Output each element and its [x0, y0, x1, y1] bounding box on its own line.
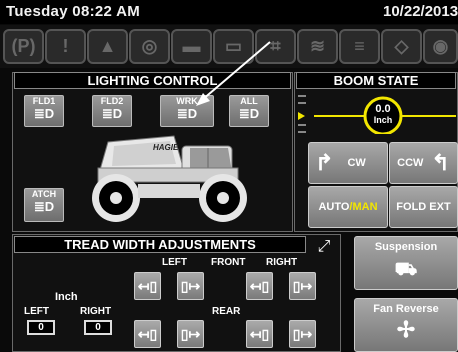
tread-right-value: 0 [84, 320, 112, 335]
boom-value: 0.0 [375, 103, 391, 115]
front-right-extend-button[interactable]: ▯↦ [289, 272, 316, 300]
front-left-label: LEFT [162, 257, 187, 268]
fold-ext-label: FOLD EXT [396, 201, 451, 213]
expand-icon[interactable]: ⤢ [310, 234, 338, 260]
headlight-icon: ≣D [238, 106, 260, 121]
atch-light-button[interactable]: ATCH ≣D [24, 188, 64, 222]
boom-unit: Inch [373, 115, 393, 125]
suspension-label: Suspension [374, 241, 438, 253]
fluid-level-icon: ▲ [87, 29, 128, 64]
front-right-retract-button[interactable]: ↤▯ [246, 272, 273, 300]
tread-width-title: TREAD WIDTH ADJUSTMENTS [14, 236, 306, 253]
brand-logo: HAGIE [153, 143, 179, 152]
front-right-label: RIGHT [266, 257, 298, 268]
spray-icon: ◉ [423, 29, 458, 64]
coolant-icon: ≋ [297, 29, 338, 64]
fld2-label: FLD2 [100, 96, 124, 106]
day-time-display: Tuesday 08:22 AM [6, 3, 141, 20]
rear-right-extend-button[interactable]: ▯↦ [289, 320, 316, 348]
auto-man-toggle[interactable]: AUTO / MAN [308, 186, 388, 228]
front-left-extend-button[interactable]: ▯↦ [177, 272, 204, 300]
suspension-button[interactable]: Suspension ⛟ [354, 236, 458, 290]
fan-reverse-label: Fan Reverse [373, 303, 439, 315]
front-label: FRONT [211, 257, 246, 268]
lighting-control-title: LIGHTING CONTROL [14, 72, 291, 89]
hydraulic-icon: ⌗ [255, 29, 296, 64]
rear-label: REAR [212, 306, 241, 317]
atch-label: ATCH [31, 189, 57, 199]
ccw-label: CCW [397, 157, 424, 169]
front-left-retract-button[interactable]: ↤▯ [134, 272, 161, 300]
filter-icon: ◎ [129, 29, 170, 64]
fold-ext-button[interactable]: FOLD EXT [389, 186, 458, 228]
all-label: ALL [240, 96, 258, 106]
rear-right-retract-button[interactable]: ↤▯ [246, 320, 273, 348]
warning-diamond-icon: ! [45, 29, 86, 64]
fld1-light-button[interactable]: FLD1 ≣D [24, 95, 64, 127]
fan-icon: ✢ [396, 317, 416, 342]
tread-left-label: LEFT [24, 306, 49, 317]
warning-icon-bar: (P) ! ▲ ◎ ▬ ▭ ⌗ ≋ ≡ ◇ ◉ [0, 25, 458, 68]
tread-left-value: 0 [27, 320, 55, 335]
boom-state-title: BOOM STATE [296, 72, 456, 89]
auto-label: AUTO [318, 201, 350, 213]
rotate-cw-button[interactable]: ↱ CW [308, 142, 388, 184]
rotate-ccw-button[interactable]: CCW ↰ [389, 142, 458, 184]
headlight-icon: ≣D [101, 106, 123, 121]
cw-label: CW [347, 157, 366, 169]
curved-arrow-icon: ↱ [315, 150, 334, 175]
all-light-button[interactable]: ALL ≣D [229, 95, 269, 127]
rear-left-retract-button[interactable]: ↤▯ [134, 320, 161, 348]
headlight-icon: ≣D [33, 106, 55, 121]
transmission-icon: ◇ [381, 29, 422, 64]
fld2-light-button[interactable]: FLD2 ≣D [92, 95, 132, 127]
date-display: 10/22/2013 [383, 3, 458, 20]
wrk-label: WRK [176, 96, 198, 106]
fan-reverse-button[interactable]: Fan Reverse ✢ [354, 298, 458, 352]
vehicle-suspension-icon: ⛟ [394, 259, 418, 279]
rear-left-extend-button[interactable]: ▯↦ [177, 320, 204, 348]
headlight-icon: ≣D [176, 106, 198, 121]
parking-brake-icon: (P) [3, 29, 44, 64]
curved-arrow-icon: ↰ [431, 150, 450, 175]
tread-unit-label: Inch [55, 291, 78, 303]
wrk-light-button[interactable]: WRK ≣D [160, 95, 214, 127]
man-label: MAN [352, 201, 378, 213]
headlight-icon: ≣D [33, 199, 55, 214]
tread-right-label: RIGHT [80, 306, 112, 317]
engine-icon: ▬ [171, 29, 212, 64]
fld1-label: FLD1 [32, 96, 56, 106]
battery-icon: ▭ [213, 29, 254, 64]
oil-pressure-icon: ≡ [339, 29, 380, 64]
